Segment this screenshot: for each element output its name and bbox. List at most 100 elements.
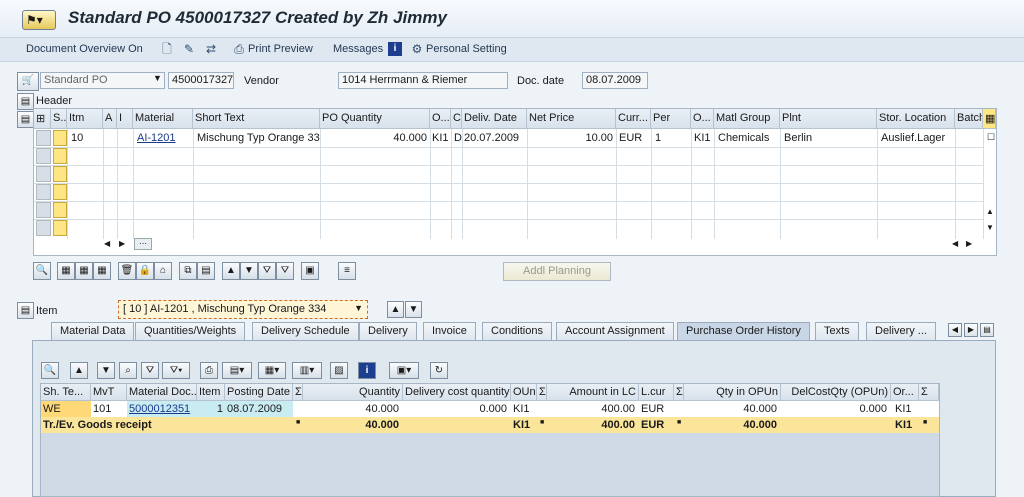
additional-functions-icon[interactable]: ≡	[338, 262, 356, 280]
col-plant[interactable]: Plnt	[780, 109, 877, 129]
scroll-right-icon[interactable]: ▶	[119, 239, 125, 248]
item-status-cell[interactable]	[53, 184, 67, 200]
row-selector[interactable]	[36, 166, 51, 182]
default-values-icon[interactable]: ▣	[301, 262, 319, 280]
delete-icon[interactable]: 🗑	[118, 262, 136, 280]
layout-select-icon[interactable]: ▣▾	[389, 362, 419, 379]
col-material[interactable]: Material	[133, 109, 193, 129]
doc-date-field[interactable]: 08.07.2009	[582, 72, 648, 89]
find-icon[interactable]: ⌕	[119, 362, 137, 379]
scroll-up-icon[interactable]: ▲	[986, 207, 994, 216]
col-local-currency[interactable]: L.cur	[639, 384, 674, 401]
col-sum-icon[interactable]: Σ	[674, 384, 684, 401]
item-status-cell[interactable]	[53, 220, 67, 236]
col-qty-opun[interactable]: Qty in OPUn	[684, 384, 781, 401]
col-order-price-unit[interactable]: O...	[691, 109, 714, 129]
item-status-cell[interactable]	[53, 202, 67, 218]
select-all-icon[interactable]: ▦	[57, 262, 75, 280]
cell-order-unit[interactable]: KI1	[430, 130, 451, 149]
doc-type-select[interactable]: Standard PO	[40, 72, 165, 89]
col-delcost-opun[interactable]: DelCostQty (OPUn)	[781, 384, 891, 401]
cell-order-price-unit[interactable]: KI1	[692, 130, 714, 149]
filter-settings-icon[interactable]: ⛛	[141, 362, 159, 379]
cell-item[interactable]: 1	[197, 401, 225, 417]
view-menu-icon[interactable]: ▤▾	[222, 362, 252, 379]
col-order-unit[interactable]: OUn	[511, 384, 537, 401]
export-menu-icon[interactable]: ▦▾	[258, 362, 286, 379]
col-batch[interactable]: Batch	[955, 109, 983, 129]
col-movement-type[interactable]: MvT	[91, 384, 127, 401]
cell-storage-location[interactable]: Auslief.Lager	[879, 130, 955, 149]
checkbox[interactable]: ☐	[985, 130, 997, 149]
sort-descending-icon[interactable]: ▼	[240, 262, 258, 280]
cell-order-price-unit[interactable]: KI1	[893, 401, 919, 417]
item-status-cell[interactable]	[53, 148, 67, 164]
filter-delete-icon[interactable]: ⛛	[276, 262, 294, 280]
tab-invoice[interactable]: Invoice	[423, 322, 476, 340]
tab-delivery-schedule[interactable]: Delivery Schedule	[252, 322, 359, 340]
col-net-price[interactable]: Net Price	[527, 109, 616, 129]
row-selector[interactable]	[36, 148, 51, 164]
row-selector[interactable]	[36, 184, 51, 200]
cell-delivery-cost-quantity[interactable]: 0.000	[403, 401, 509, 417]
col-item-category[interactable]: I	[117, 109, 133, 129]
cell-short-text[interactable]: Mischung Typ Orange 334	[195, 130, 320, 149]
col-per[interactable]: Per	[651, 109, 691, 129]
chevron-down-icon[interactable]: ▼	[354, 303, 363, 313]
col-order-price-unit[interactable]: Or...	[891, 384, 919, 401]
table-settings-icon[interactable]: ▦	[983, 109, 996, 129]
col-account-category[interactable]: A	[103, 109, 117, 129]
col-posting-date[interactable]: Posting Date	[225, 384, 293, 401]
tab-conditions[interactable]: Conditions	[482, 322, 552, 340]
row-selector[interactable]	[36, 202, 51, 218]
cart-icon[interactable]: 🛒	[17, 72, 39, 91]
scroll-down-icon[interactable]: ▼	[986, 223, 994, 232]
cell-qty-opun[interactable]: 40.000	[684, 401, 779, 417]
unlock-icon[interactable]: ⌂	[154, 262, 172, 280]
print-preview-button[interactable]: Print Preview	[248, 43, 313, 55]
scroll-left-icon[interactable]: ◀	[952, 239, 958, 248]
cell-po-quantity[interactable]: 40.000	[322, 130, 429, 149]
cell-amount-lc[interactable]: 400.00	[547, 401, 637, 417]
paste-icon[interactable]: ▤	[197, 262, 215, 280]
cell-material[interactable]: AI-1201	[135, 130, 191, 149]
vendor-field[interactable]: 1014 Herrmann & Riemer	[338, 72, 508, 89]
details-icon[interactable]: 🔍	[33, 262, 51, 280]
cell-per[interactable]: 1	[653, 130, 689, 149]
cell-date-category[interactable]: D	[452, 130, 462, 149]
messages-button[interactable]: Messages	[333, 43, 383, 55]
document-overview-button[interactable]: Document Overview On	[26, 43, 143, 55]
item-status-cell[interactable]	[53, 166, 67, 182]
sort-descending-icon[interactable]: ▼	[97, 362, 115, 379]
copy-icon[interactable]: ⧉	[179, 262, 197, 280]
tab-scroll-left-icon[interactable]: ◀	[948, 323, 962, 337]
filter-icon[interactable]: ⛛	[258, 262, 276, 280]
lock-icon[interactable]: 🔒	[136, 262, 154, 280]
deselect-all-icon[interactable]: ▦	[75, 262, 93, 280]
tab-quantities-weights[interactable]: Quantities/Weights	[135, 322, 246, 340]
col-short-text[interactable]: Sh. Te...	[41, 384, 91, 401]
tab-purchase-order-history[interactable]: Purchase Order History	[677, 322, 810, 340]
cell-local-currency[interactable]: EUR	[639, 401, 674, 417]
col-currency[interactable]: Curr...	[616, 109, 651, 129]
col-delivery-date[interactable]: Deliv. Date	[462, 109, 527, 129]
col-material-document[interactable]: Material Doc...	[127, 384, 197, 401]
tab-account-assignment[interactable]: Account Assignment	[556, 322, 674, 340]
select-block-icon[interactable]: ▦	[93, 262, 111, 280]
tab-delivery-more[interactable]: Delivery ...	[866, 322, 936, 340]
cell-short-text[interactable]: WE	[41, 401, 91, 417]
cell-currency[interactable]: EUR	[617, 130, 651, 149]
col-short-text[interactable]: Short Text	[193, 109, 320, 129]
details-icon[interactable]: 🔍	[41, 362, 59, 379]
info-icon[interactable]: i	[358, 362, 376, 379]
cell-plant[interactable]: Berlin	[782, 130, 877, 149]
po-number-field[interactable]: 4500017327	[168, 72, 234, 89]
col-amount-lc[interactable]: Amount in LC	[547, 384, 639, 401]
previous-item-icon[interactable]: ▲	[387, 301, 404, 318]
cell-delcost-opun[interactable]: 0.000	[781, 401, 889, 417]
edit-icon[interactable]: ✎	[182, 42, 196, 56]
col-status[interactable]: S..	[51, 109, 67, 129]
graphic-icon[interactable]: ▨	[330, 362, 348, 379]
col-quantity[interactable]: Quantity	[303, 384, 403, 401]
menu-icon[interactable]: ⚑▾	[22, 10, 56, 30]
